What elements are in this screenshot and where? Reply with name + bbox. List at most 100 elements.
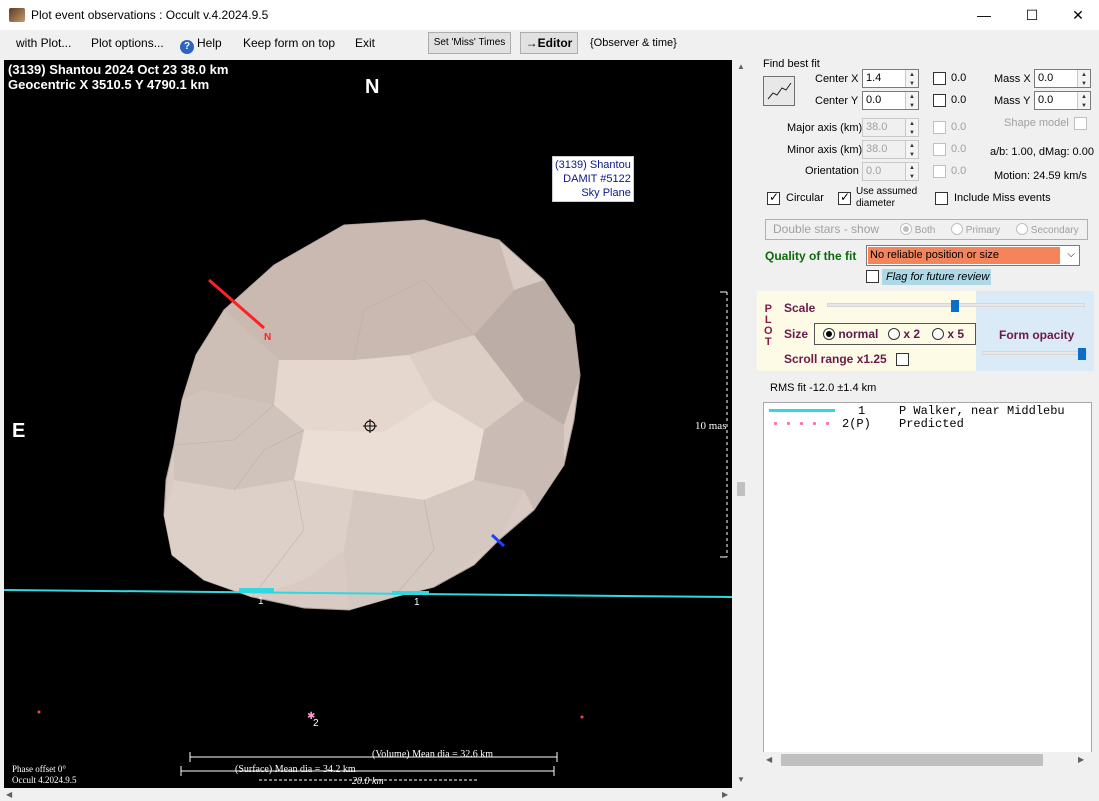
legend-scroll-left-icon[interactable]: ◀ <box>766 755 772 764</box>
legend-horizontal-scrollbar[interactable]: ◀ ▶ <box>763 752 1092 768</box>
maximize-button[interactable]: ☐ <box>1009 0 1055 30</box>
minor-axis-checkbox[interactable] <box>933 143 946 156</box>
double-primary-option[interactable]: Primary <box>951 223 1000 236</box>
minor-axis-stepper[interactable]: 38.0 <box>862 138 919 164</box>
scroll-range-label: Scroll range x1.25 <box>784 352 887 366</box>
plot-canvas[interactable]: N 1 1 ✱ 2 (3139) Shantou 2024 Oct 23 38.… <box>4 60 732 788</box>
double-secondary-label: Secondary <box>1030 225 1079 236</box>
motion-label: Motion: 24.59 km/s <box>994 170 1087 182</box>
menu-plot-options[interactable]: Plot options... <box>91 36 164 50</box>
major-axis-label: Major axis (km) <box>787 122 863 134</box>
menu-help[interactable]: ? Help <box>180 36 222 54</box>
double-primary-label: Primary <box>965 225 1001 236</box>
size-normal-option[interactable]: normal <box>823 327 878 341</box>
scroll-range-checkbox[interactable] <box>896 353 909 366</box>
menu-help-label: Help <box>197 36 222 50</box>
observer-time-label[interactable]: {Observer & time} <box>590 37 677 49</box>
chevron-down-icon: ⌵ <box>1067 249 1075 260</box>
flag-review-label: Flag for future review <box>882 269 991 285</box>
minor-axis-label: Minor axis (km) <box>787 144 863 156</box>
scale-mas-label: 10 mas <box>695 420 727 432</box>
scroll-up-icon[interactable]: ▲ <box>737 62 745 71</box>
double-both-label: Both <box>914 225 936 236</box>
plot-heading-line1: (3139) Shantou 2024 Oct 23 38.0 km <box>8 62 229 77</box>
mass-y-stepper[interactable]: 0.0 <box>1034 89 1091 115</box>
quality-value: No reliable position or size <box>868 247 1060 264</box>
double-both-option[interactable]: Both <box>900 223 935 236</box>
close-button[interactable]: ✕ <box>1055 0 1099 30</box>
circular-label: Circular <box>786 192 824 204</box>
use-assumed-checkbox[interactable] <box>838 190 851 205</box>
set-miss-times-button[interactable]: Set 'Miss' Times <box>428 32 511 54</box>
center-y-check-value: 0.0 <box>951 94 967 106</box>
fit-button[interactable] <box>763 76 795 106</box>
scroll-thumb-v[interactable] <box>737 482 745 496</box>
double-stars-group: Double stars - show Both Primary Seconda… <box>765 219 1088 240</box>
size-x5-option[interactable]: x 5 <box>932 327 964 341</box>
east-label: E <box>12 420 26 442</box>
circular-checkbox[interactable] <box>767 190 780 205</box>
mass-x-stepper[interactable]: 0.0 <box>1034 67 1091 93</box>
double-secondary-option[interactable]: Secondary <box>1016 223 1079 236</box>
volume-mean-label: (Volume) Mean dia = 32.6 km <box>372 749 493 760</box>
mass-x-value: 0.0 <box>1038 72 1054 84</box>
scroll-left-icon[interactable]: ◀ <box>6 790 12 799</box>
shape-model-checkbox[interactable] <box>1074 117 1087 130</box>
plot-horizontal-scrollbar[interactable]: ◀ ▶ <box>4 789 732 801</box>
major-axis-stepper[interactable]: 38.0 <box>862 116 919 142</box>
help-icon: ? <box>180 40 194 54</box>
size-x2-option[interactable]: x 2 <box>888 327 920 341</box>
include-miss-checkbox[interactable] <box>935 192 948 205</box>
plot-vertical-scrollbar[interactable]: ▲ ▼ <box>734 60 748 788</box>
size-x5-radio[interactable] <box>932 328 944 340</box>
form-opacity-label: Form opacity <box>999 328 1075 342</box>
rms-fit-label: RMS fit -12.0 ±1.4 km <box>770 382 877 394</box>
plot-heading-line2: Geocentric X 3510.5 Y 4790.1 km <box>8 77 210 92</box>
size-normal-radio[interactable] <box>823 328 835 340</box>
size-normal-label: normal <box>838 327 879 341</box>
size-x2-radio[interactable] <box>888 328 900 340</box>
center-y-stepper[interactable]: 0.0 <box>862 89 919 115</box>
star-label: 2 <box>313 718 319 729</box>
double-secondary-radio[interactable] <box>1016 223 1028 235</box>
orientation-stepper[interactable]: 0.0 <box>862 160 919 186</box>
center-y-checkbox[interactable] <box>933 94 946 107</box>
menu-with-plot[interactable]: with Plot... <box>16 36 71 50</box>
center-x-stepper[interactable]: 1.4 <box>862 67 919 93</box>
opacity-slider[interactable] <box>982 351 1087 355</box>
version-label: Occult 4.2024.9.5 <box>12 775 77 785</box>
observer-legend[interactable]: 1 P Walker, near Middlebu 2(P) Predicted <box>763 402 1092 753</box>
window-title: Plot event observations : Occult v.4.202… <box>31 8 269 22</box>
model-label-name: (3139) Shantou <box>555 159 631 171</box>
use-assumed-line2: diameter <box>856 198 895 209</box>
scroll-down-icon[interactable]: ▼ <box>737 775 745 784</box>
legend-scroll-right-icon[interactable]: ▶ <box>1078 755 1084 764</box>
legend-text-2: Predicted <box>899 417 964 431</box>
menu-exit[interactable]: Exit <box>355 36 375 50</box>
center-x-check-value: 0.0 <box>951 72 967 84</box>
major-axis-checkbox[interactable] <box>933 121 946 134</box>
title-bar: Plot event observations : Occult v.4.202… <box>0 0 1099 30</box>
double-both-radio[interactable] <box>900 223 912 235</box>
legend-scroll-thumb[interactable] <box>781 754 1043 766</box>
major-axis-value: 38.0 <box>866 121 888 133</box>
north-label: N <box>365 76 380 98</box>
minimize-button[interactable]: — <box>961 0 1007 30</box>
menu-keep-on-top[interactable]: Keep form on top <box>243 36 335 50</box>
scroll-right-icon[interactable]: ▶ <box>722 790 728 799</box>
quality-select[interactable]: No reliable position or size ⌵ <box>866 245 1080 266</box>
mass-x-label: Mass X <box>994 73 1031 85</box>
legend-id-2: 2(P) <box>842 417 871 431</box>
opacity-slider-thumb[interactable] <box>1078 348 1086 360</box>
flag-review-checkbox[interactable] <box>866 270 879 283</box>
scale-slider-thumb[interactable] <box>951 300 959 312</box>
center-x-checkbox[interactable] <box>933 72 946 85</box>
size-x5-label: x 5 <box>947 327 965 341</box>
minor-check-value: 0.0 <box>951 143 967 155</box>
orientation-label: Orientation <box>805 165 859 177</box>
fit-group-label: Find best fit <box>763 58 820 70</box>
editor-button[interactable]: →Editor <box>520 32 578 54</box>
orientation-checkbox[interactable] <box>933 165 946 178</box>
double-primary-radio[interactable] <box>951 223 963 235</box>
double-stars-label: Double stars - show <box>773 222 880 236</box>
